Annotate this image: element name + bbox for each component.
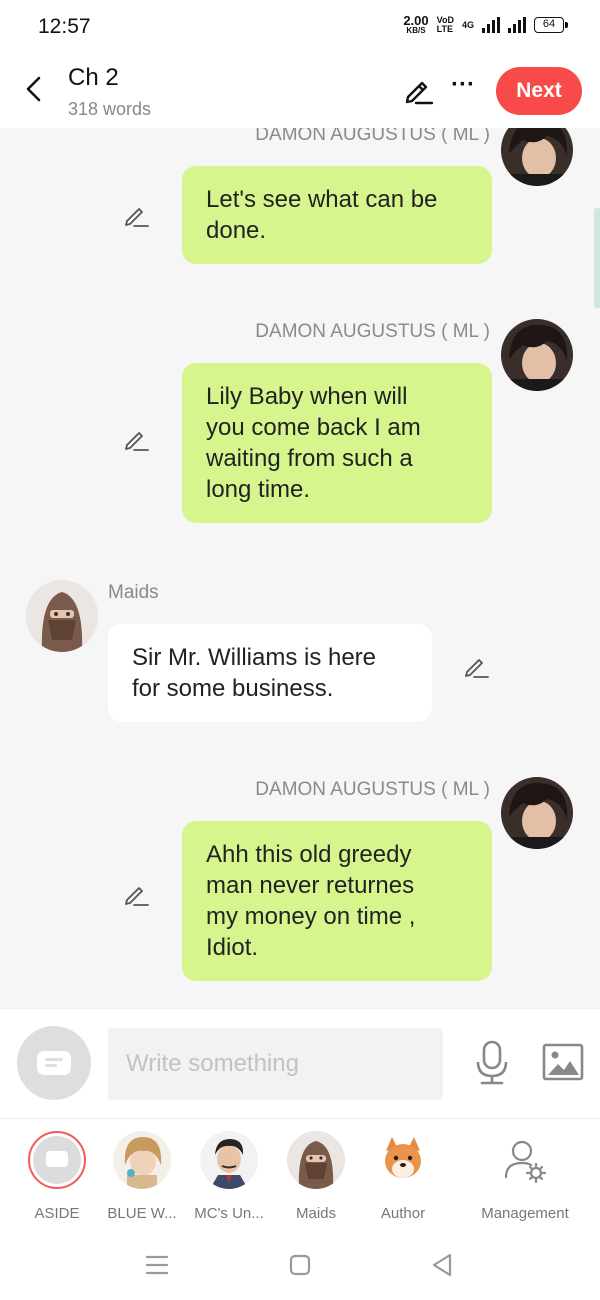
composer [0, 1008, 600, 1118]
message-bubble[interactable]: Ahh this old greedy man never returnes m… [182, 821, 492, 981]
edit-message-icon[interactable] [122, 880, 150, 908]
message-bubble[interactable]: Lily Baby when will you come back I am w… [182, 363, 492, 523]
edit-message-icon[interactable] [462, 652, 490, 680]
speaker-name: DAMON AUGUSTUS ( ML ) [255, 321, 490, 342]
more-options-icon[interactable]: ··· [448, 73, 478, 104]
aside-toggle-button[interactable] [17, 1026, 91, 1100]
aside-icon [28, 1131, 86, 1189]
chapter-title: Ch 2 [68, 64, 119, 91]
management-icon [496, 1131, 554, 1189]
character-author[interactable]: Author [358, 1131, 448, 1222]
edit-message-icon[interactable] [122, 201, 150, 229]
network-type: 4G [461, 19, 474, 30]
speaker-name: Maids [108, 582, 159, 603]
avatar-author [374, 1131, 432, 1189]
image-icon[interactable] [542, 1043, 584, 1081]
volte-icon: VoD LTE [436, 14, 454, 34]
message-input[interactable] [108, 1028, 443, 1100]
word-count: 318 words [68, 99, 152, 119]
system-nav-bar [0, 1230, 600, 1300]
back-arrow-icon[interactable] [18, 72, 52, 106]
character-mcs-un[interactable]: MC's Un... [184, 1131, 274, 1222]
home-icon[interactable] [285, 1250, 315, 1280]
character-management[interactable]: Management [480, 1131, 570, 1222]
scrollbar[interactable] [594, 208, 600, 308]
message-bubble[interactable]: Sir Mr. Williams is here for some busine… [108, 624, 432, 722]
battery-icon: 64 [534, 16, 568, 33]
chat-area[interactable]: DAMON AUGUSTUS ( ML ) Let's see what can… [0, 128, 600, 1008]
message-bubble[interactable]: Let's see what can be done. [182, 166, 492, 264]
status-bar: 12:57 2.00 KB/S VoD LTE 4G 64 [0, 0, 600, 56]
avatar-damon[interactable] [501, 319, 573, 391]
network-speed: 2.00 KB/S [403, 13, 429, 35]
back-nav-icon[interactable] [428, 1250, 458, 1280]
avatar-damon[interactable] [501, 777, 573, 849]
avatar-mcs-un [200, 1131, 258, 1189]
signal-icon [482, 16, 500, 33]
speaker-name: DAMON AUGUSTUS ( ML ) [255, 779, 490, 800]
aside-icon [37, 1051, 71, 1075]
avatar-maids[interactable] [26, 580, 98, 652]
avatar-damon[interactable] [501, 128, 573, 186]
signal-icon-2 [508, 16, 526, 33]
character-aside[interactable]: ASIDE [12, 1131, 102, 1222]
status-time: 12:57 [38, 15, 91, 38]
edit-message-icon[interactable] [122, 425, 150, 453]
microphone-icon[interactable] [474, 1040, 510, 1086]
edit-pencil-icon[interactable] [402, 74, 434, 106]
character-maids[interactable]: Maids [271, 1131, 361, 1222]
speaker-name: DAMON AUGUSTUS ( ML ) [255, 128, 490, 145]
recent-apps-icon[interactable] [142, 1250, 172, 1280]
next-button[interactable]: Next [496, 67, 582, 115]
chapter-header: Ch 2 318 words ··· Next [0, 56, 600, 128]
avatar-maids [287, 1131, 345, 1189]
character-bar: ASIDE BLUE W... MC's Un... Maids Author … [0, 1118, 600, 1230]
character-blue-w[interactable]: BLUE W... [97, 1131, 187, 1222]
avatar-blue-w [113, 1131, 171, 1189]
status-icons: 2.00 KB/S VoD LTE 4G 64 [403, 13, 568, 35]
